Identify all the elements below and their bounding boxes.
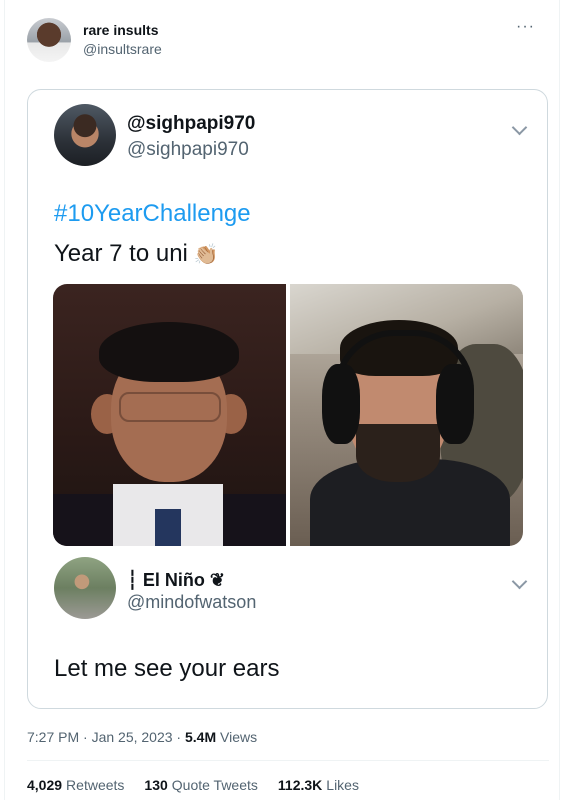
headphone-cup-left xyxy=(322,364,360,444)
quotes-count: 130 xyxy=(144,777,168,793)
clapping-hands-icon: 👏🏼 xyxy=(193,244,219,266)
quotes-label: Quote Tweets xyxy=(171,777,258,793)
reply-avatar xyxy=(54,557,116,619)
views-count: 5.4M xyxy=(185,729,217,745)
photo-before xyxy=(53,284,286,546)
quoted-text: Year 7 to uni 👏🏼 xyxy=(54,240,219,268)
photo-hair-child xyxy=(99,322,239,382)
photo-beard xyxy=(356,424,440,482)
quoted-text-body: Year 7 to uni xyxy=(54,240,188,267)
divider xyxy=(27,760,549,761)
quoted-name: @sighpapi970 xyxy=(127,113,256,134)
photo-tie xyxy=(155,509,181,546)
quote-tweets-link[interactable]: 130 Quote Tweets xyxy=(144,777,258,793)
likes-count: 112.3K xyxy=(277,777,323,793)
quoted-screenshot[interactable]: @sighpapi970 @sighpapi970 #10YearChallen… xyxy=(27,89,548,709)
chevron-down-icon xyxy=(511,573,528,590)
photo-after xyxy=(290,284,523,546)
views-label: Views xyxy=(220,729,258,745)
hashtag-link: #10YearChallenge xyxy=(54,200,251,227)
retweets-link[interactable]: 4,029 Retweets xyxy=(27,777,124,793)
reply-name: ┆ El Niño ❦ xyxy=(127,570,225,590)
author-avatar[interactable] xyxy=(27,18,71,62)
retweets-label: Retweets xyxy=(66,777,125,793)
engagement-stats: 4,029 Retweets 130 Quote Tweets 112.3K Like… xyxy=(27,777,359,793)
quoted-avatar xyxy=(54,104,116,166)
author-name[interactable]: rare insults xyxy=(83,22,158,38)
photo-grid xyxy=(53,284,523,546)
more-icon[interactable]: ··· xyxy=(516,18,535,36)
reply-handle: @mindofwatson xyxy=(127,592,257,612)
photo-glasses xyxy=(119,392,221,422)
reply-text: Let me see your ears xyxy=(54,655,280,682)
likes-label: Likes xyxy=(326,777,359,793)
likes-link[interactable]: 112.3K Likes xyxy=(278,777,359,793)
chevron-down-icon xyxy=(511,119,528,136)
timestamp-text[interactable]: 7:27 PM · Jan 25, 2023 xyxy=(27,729,173,745)
retweets-count: 4,029 xyxy=(27,777,63,793)
tweet-container: rare insults @insultsrare ··· @sighpapi9… xyxy=(4,0,560,800)
author-handle[interactable]: @insultsrare xyxy=(83,41,162,57)
quoted-handle: @sighpapi970 xyxy=(127,139,249,160)
headphone-cup-right xyxy=(436,364,474,444)
tweet-timestamp: 7:27 PM · Jan 25, 2023 · 5.4M Views xyxy=(27,729,258,745)
